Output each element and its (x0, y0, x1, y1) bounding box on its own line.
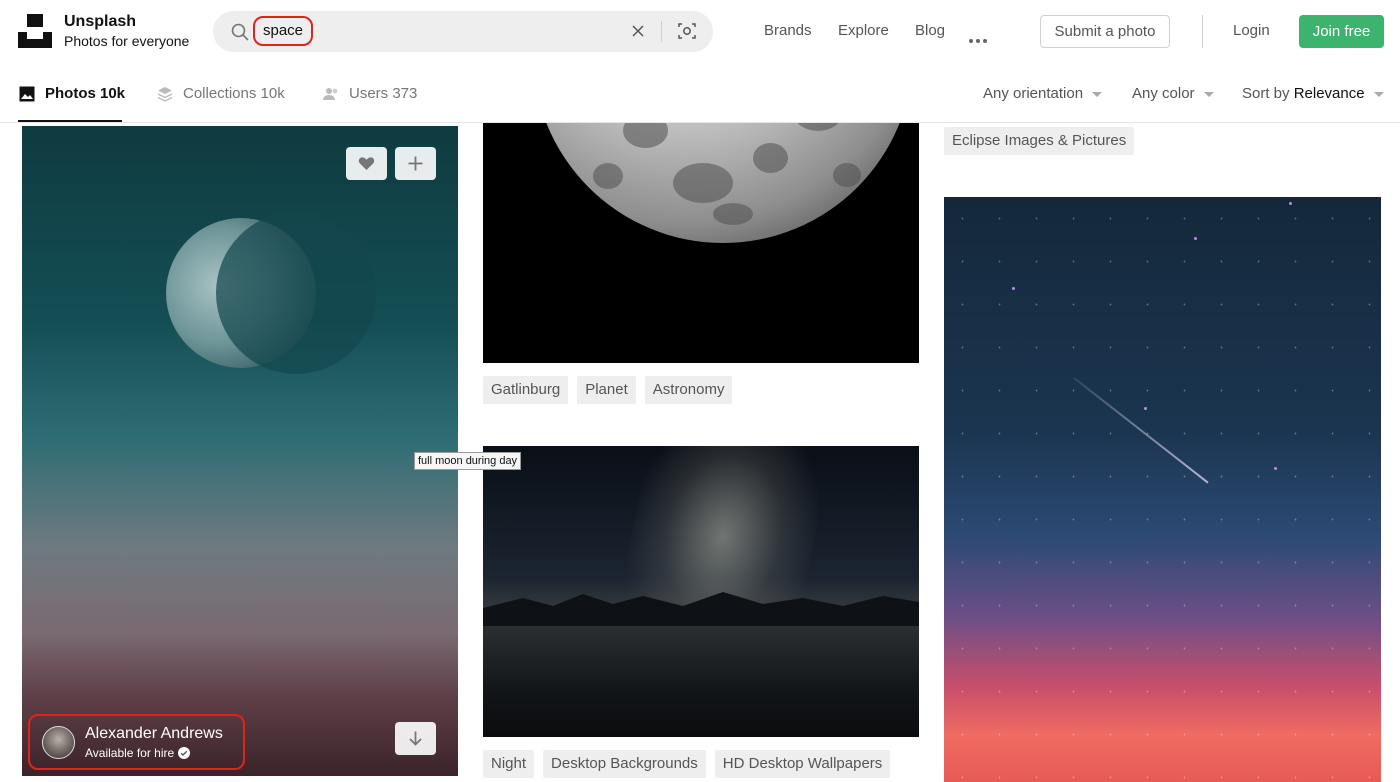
brand-name: Unsplash (64, 13, 137, 30)
sort-prefix: Sort by (1242, 85, 1290, 102)
photo-author[interactable]: Alexander Andrews Available for hire (28, 714, 245, 770)
author-status: Available for hire (85, 746, 191, 760)
nav-explore[interactable]: Explore (838, 22, 889, 39)
tag-planet[interactable]: Planet (577, 376, 636, 404)
brand[interactable]: Unsplash Photos for everyone (64, 13, 189, 50)
author-status-label: Available for hire (85, 746, 175, 760)
users-icon (323, 88, 338, 100)
verified-check-icon (178, 747, 191, 759)
search-icon[interactable] (231, 23, 249, 41)
color-filter-label: Any color (1132, 85, 1195, 102)
top-header: Unsplash Photos for everyone space Brand… (0, 0, 1400, 64)
submit-photo-button[interactable]: Submit a photo (1040, 15, 1170, 48)
tab-photos-label: Photos 10k (45, 85, 126, 102)
author-name[interactable]: Alexander Andrews (85, 725, 223, 743)
chevron-down-icon (1092, 91, 1103, 97)
mountain-silhouette (483, 592, 919, 626)
search-tabs-bar: Photos 10k Collections 10k Users 373 Any… (0, 64, 1400, 123)
tab-collections-label: Collections 10k (183, 85, 285, 102)
unsplash-logo-icon[interactable] (18, 14, 52, 48)
tag-night[interactable]: Night (483, 750, 535, 778)
photo-tooltip: full moon during day (414, 452, 522, 470)
join-free-button[interactable]: Join free (1299, 15, 1384, 48)
login-link[interactable]: Login (1233, 22, 1270, 39)
like-button[interactable] (346, 147, 387, 180)
photo-tags: Eclipse Images & Pictures (944, 127, 1143, 155)
download-arrow-icon (409, 731, 422, 746)
moon-image (166, 212, 376, 374)
lake-reflection (483, 626, 919, 737)
photo-moon-craters[interactable] (483, 123, 919, 363)
chevron-down-icon (1203, 91, 1214, 97)
tab-users-label: Users 373 (349, 85, 418, 102)
sort-filter[interactable]: Sort by Relevance (1242, 85, 1384, 102)
color-filter[interactable]: Any color (1132, 85, 1214, 102)
visual-search-icon[interactable] (677, 21, 697, 41)
star-field (944, 197, 1381, 782)
photo-shooting-star[interactable] (944, 197, 1381, 782)
clear-icon[interactable] (629, 22, 647, 40)
image-icon (19, 86, 35, 102)
tag-astronomy[interactable]: Astronomy (644, 376, 733, 404)
active-tab-indicator (18, 120, 122, 122)
tag-eclipse[interactable]: Eclipse Images & Pictures (944, 127, 1135, 155)
search-bar[interactable]: space (213, 11, 713, 52)
orientation-filter[interactable]: Any orientation (983, 85, 1103, 102)
sort-value: Relevance (1293, 85, 1365, 102)
search-divider (661, 21, 662, 42)
brand-tagline: Photos for everyone (64, 33, 190, 49)
photo-moon-day[interactable]: Alexander Andrews Available for hire (22, 126, 458, 776)
heart-icon (358, 157, 375, 170)
tag-desktop-backgrounds[interactable]: Desktop Backgrounds (543, 750, 706, 778)
add-to-collection-button[interactable] (395, 147, 436, 180)
more-menu-icon[interactable] (969, 30, 990, 48)
photo-milky-way-lake[interactable] (483, 446, 919, 737)
search-input[interactable]: space (253, 16, 314, 46)
moon-image (533, 123, 913, 243)
avatar[interactable] (42, 726, 75, 759)
chevron-down-icon (1373, 91, 1384, 97)
tag-hd-desktop-wallpapers[interactable]: HD Desktop Wallpapers (714, 750, 891, 778)
plus-icon (408, 156, 423, 171)
download-button[interactable] (395, 722, 436, 755)
nav-brands[interactable]: Brands (764, 22, 812, 39)
orientation-filter-label: Any orientation (983, 85, 1084, 102)
nav-blog[interactable]: Blog (915, 22, 945, 39)
photo-tags: Night Desktop Backgrounds HD Desktop Wal… (483, 750, 899, 778)
photo-tags: Gatlinburg Planet Astronomy (483, 376, 741, 404)
tag-gatlinburg[interactable]: Gatlinburg (483, 376, 569, 404)
collections-icon (157, 87, 173, 102)
header-divider (1202, 15, 1203, 48)
